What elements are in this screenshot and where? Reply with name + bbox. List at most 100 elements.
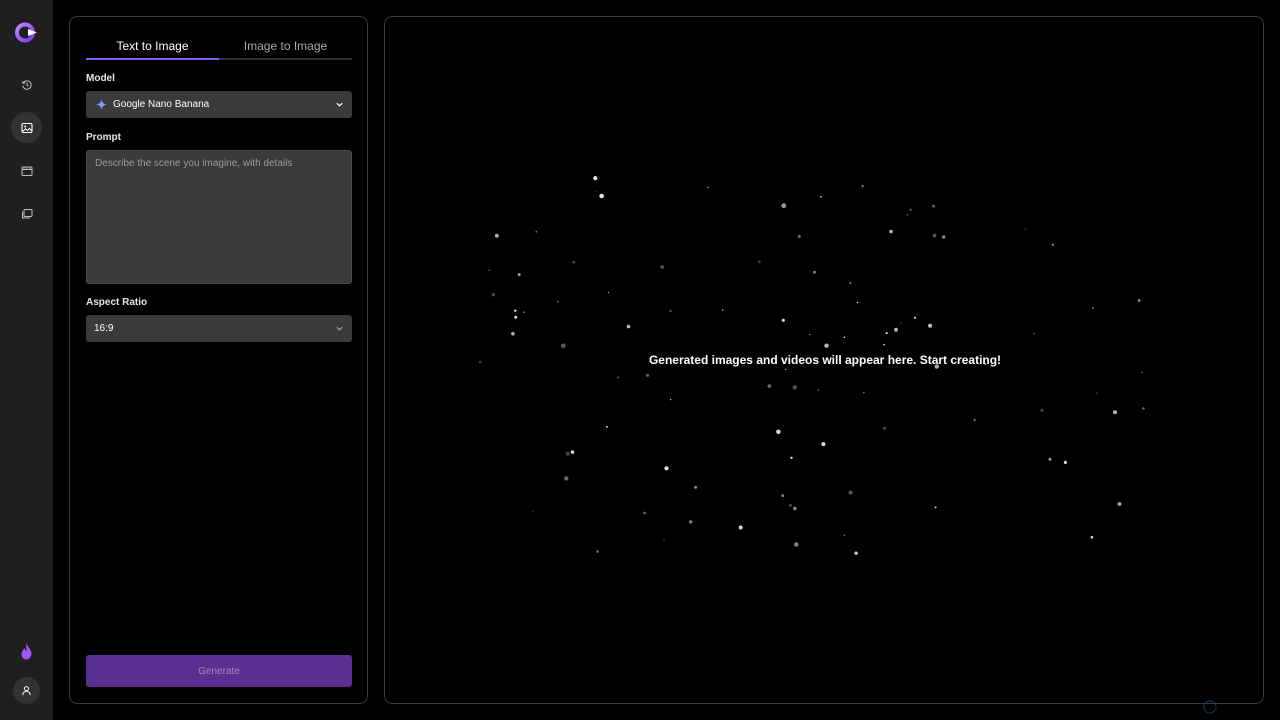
star-dot xyxy=(1117,502,1122,506)
star-dot xyxy=(532,511,534,513)
rail-gallery-button[interactable] xyxy=(11,198,42,229)
star-dot xyxy=(535,230,538,233)
star-dot xyxy=(564,476,569,481)
mode-tabs: Text to Image Image to Image xyxy=(86,34,352,60)
star-dot xyxy=(1090,535,1094,539)
star-dot xyxy=(863,391,865,394)
flame-icon[interactable] xyxy=(18,642,35,661)
star-dot xyxy=(523,311,526,314)
star-dot xyxy=(781,318,785,322)
star-dot xyxy=(797,235,801,238)
tab-image-to-image[interactable]: Image to Image xyxy=(219,34,352,58)
star-dot xyxy=(1033,332,1035,335)
rail-image-button[interactable] xyxy=(11,112,42,143)
star-dot xyxy=(1137,299,1141,302)
gallery-icon xyxy=(21,208,32,218)
prompt-input[interactable] xyxy=(86,150,352,284)
star-dot xyxy=(595,190,598,192)
star-dot xyxy=(1113,410,1117,415)
star-dot xyxy=(885,332,888,335)
star-dot xyxy=(861,185,864,188)
star-dot xyxy=(792,385,797,390)
star-dot xyxy=(660,265,665,269)
star-dot xyxy=(813,270,816,274)
star-dot xyxy=(889,229,893,234)
model-label: Model xyxy=(86,73,115,84)
rail-video-button[interactable] xyxy=(11,155,42,186)
star-dot xyxy=(883,343,885,346)
rail-history-button[interactable] xyxy=(11,69,42,100)
star-dot xyxy=(645,373,650,377)
star-dot xyxy=(942,235,946,239)
star-dot xyxy=(1142,407,1145,410)
star-dot xyxy=(722,309,724,311)
aspect-ratio-value: 16:9 xyxy=(94,323,114,334)
star-dot xyxy=(663,539,665,542)
star-dot xyxy=(928,323,933,328)
star-dot xyxy=(883,426,887,430)
star-dot xyxy=(664,466,669,471)
star-dot xyxy=(514,309,517,312)
account-avatar-button[interactable] xyxy=(13,677,40,704)
chevron-down-icon xyxy=(336,326,343,331)
star-dot xyxy=(767,384,772,388)
star-dot xyxy=(491,293,495,297)
star-dot xyxy=(856,301,859,304)
app-logo-icon[interactable] xyxy=(14,20,39,45)
chevron-down-icon xyxy=(336,102,343,107)
video-icon xyxy=(21,166,32,176)
star-dot xyxy=(643,511,647,515)
star-dot xyxy=(1091,306,1094,309)
star-dot xyxy=(913,316,917,319)
watermark-icon xyxy=(1203,700,1217,714)
star-dot xyxy=(781,494,785,497)
star-dot xyxy=(488,269,491,271)
star-dot xyxy=(785,368,787,371)
star-dot xyxy=(854,551,858,555)
star-dot xyxy=(809,334,811,336)
star-dot xyxy=(932,233,937,238)
star-dot xyxy=(790,456,793,459)
star-dot xyxy=(1096,392,1098,394)
star-dot xyxy=(511,331,515,336)
star-dot xyxy=(1051,243,1055,246)
app-root: Text to Image Image to Image Model Googl… xyxy=(0,0,1280,720)
star-dot xyxy=(819,195,822,198)
star-dot xyxy=(694,486,697,489)
star-dot xyxy=(1048,457,1052,461)
star-dot xyxy=(596,550,599,553)
star-dot xyxy=(894,327,898,332)
history-icon xyxy=(21,79,32,90)
aspect-ratio-label: Aspect Ratio xyxy=(86,297,148,308)
star-dot xyxy=(570,450,575,454)
star-dot xyxy=(843,534,846,537)
star-dot xyxy=(848,490,853,495)
gemini-sparkle-icon xyxy=(96,99,107,110)
star-dot xyxy=(561,343,566,349)
user-icon xyxy=(22,686,31,696)
star-dot xyxy=(781,203,787,209)
generation-panel: Text to Image Image to Image Model Googl… xyxy=(69,16,368,704)
star-dot xyxy=(821,442,826,447)
star-dot xyxy=(932,204,936,208)
aspect-ratio-select[interactable]: 16:9 xyxy=(86,315,352,342)
star-dot xyxy=(669,398,672,401)
prompt-label: Prompt xyxy=(86,132,121,143)
generate-button[interactable]: Generate xyxy=(86,655,352,687)
star-dot xyxy=(607,291,610,294)
star-dot xyxy=(517,273,521,277)
star-dot xyxy=(824,343,829,348)
star-dot xyxy=(900,322,902,324)
star-dot xyxy=(843,336,846,339)
model-select-value: Google Nano Banana xyxy=(113,99,210,110)
star-dot xyxy=(689,520,693,524)
star-dot xyxy=(789,503,792,507)
star-dot xyxy=(793,506,797,511)
star-dot xyxy=(906,214,909,216)
model-select[interactable]: Google Nano Banana xyxy=(86,91,352,118)
tab-text-to-image[interactable]: Text to Image xyxy=(86,34,219,60)
star-dot xyxy=(909,208,912,212)
star-dot xyxy=(817,389,820,391)
image-icon xyxy=(20,122,33,133)
star-dot xyxy=(934,506,937,509)
